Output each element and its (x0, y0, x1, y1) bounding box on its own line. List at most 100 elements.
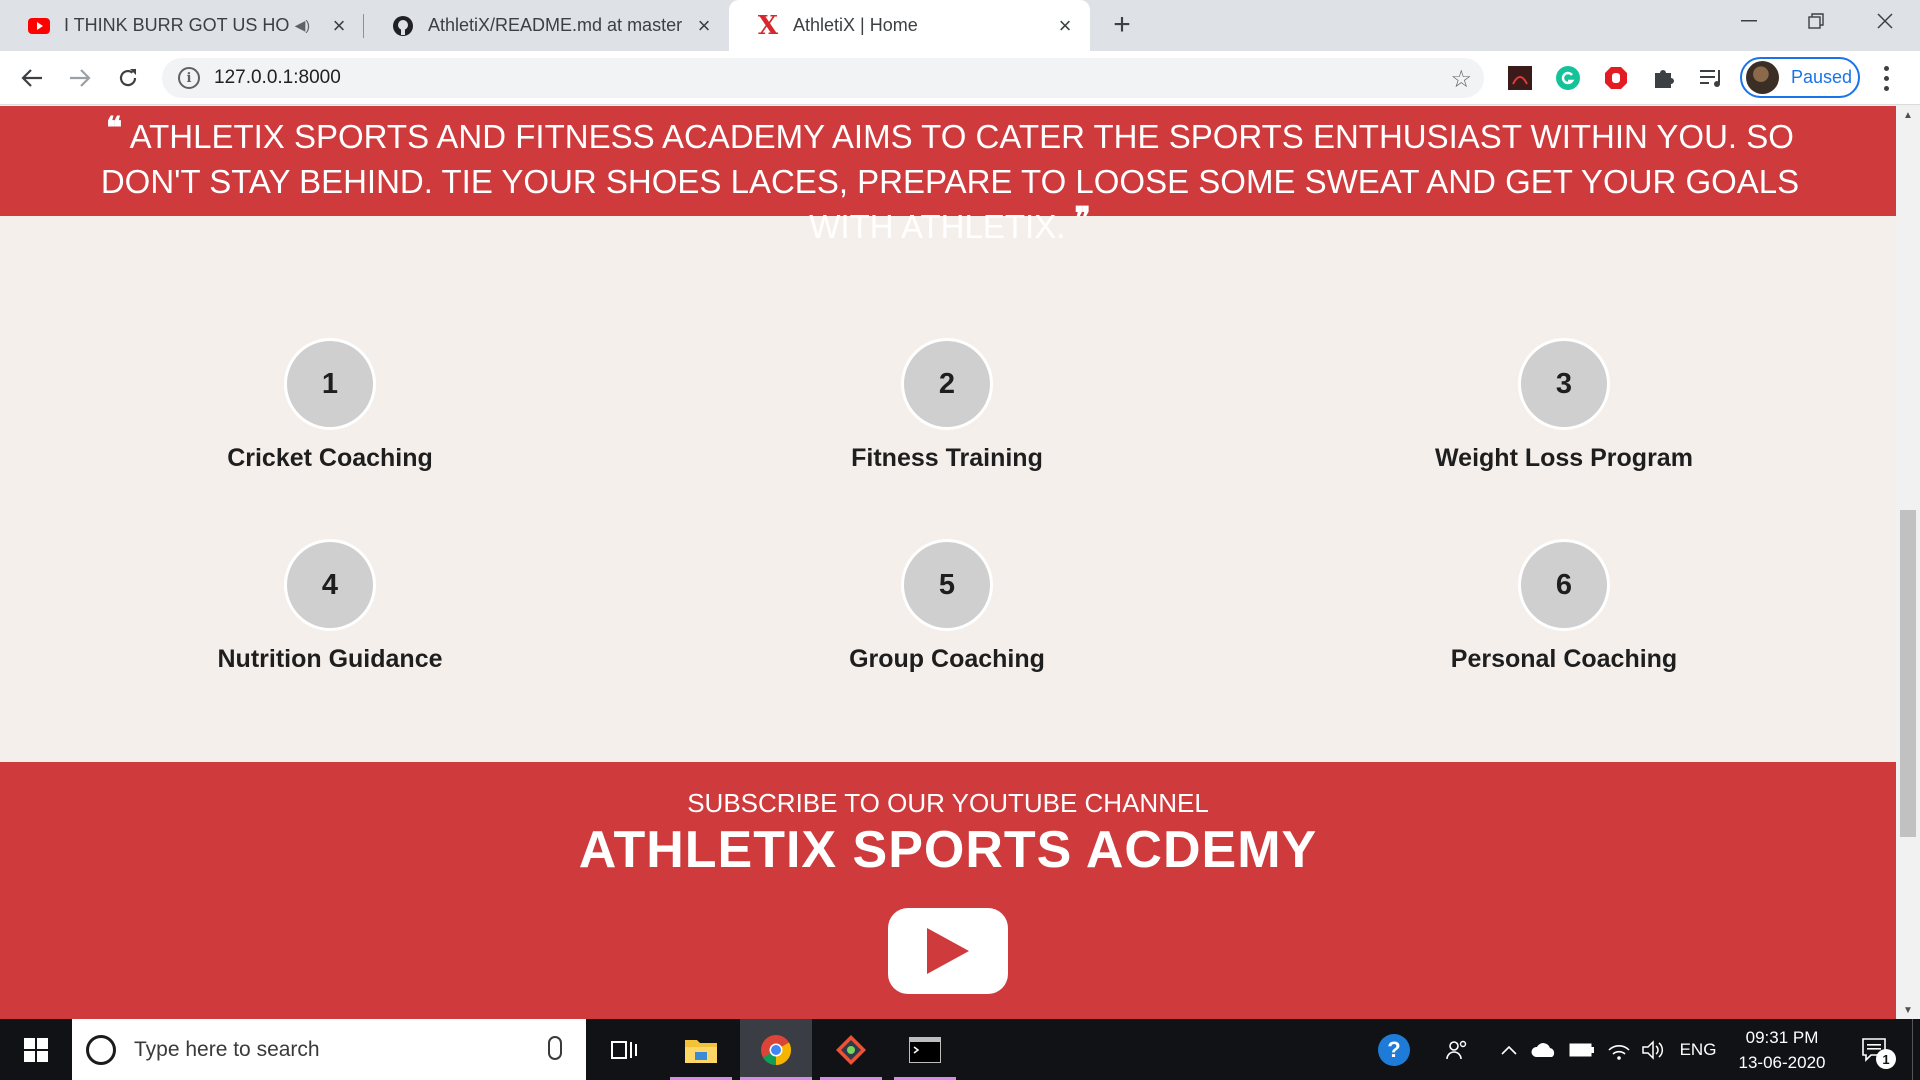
browser-menu-icon[interactable] (1876, 63, 1896, 93)
folder-icon (685, 1039, 717, 1063)
chrome-taskbar-button[interactable] (740, 1019, 812, 1080)
bookmark-star-icon[interactable]: ☆ (1450, 65, 1472, 94)
clock-time: 09:31 PM (1745, 1028, 1819, 1047)
minimize-button[interactable] (1719, 0, 1779, 42)
file-explorer-button[interactable] (670, 1019, 732, 1080)
close-icon[interactable]: × (693, 13, 715, 38)
microphone-icon[interactable] (548, 1036, 562, 1060)
show-desktop-button[interactable] (1912, 1019, 1920, 1080)
volume-icon[interactable] (1638, 1019, 1668, 1080)
git-tool-button[interactable] (820, 1019, 882, 1080)
scroll-up-icon[interactable]: ▲ (1896, 106, 1920, 124)
profile-status-label: Paused (1791, 67, 1853, 87)
arrow-left-icon (21, 69, 42, 87)
quote-banner: ❝ Athletix Sports and Fitness Academy ai… (0, 106, 1896, 245)
service-label: Fitness Training (851, 444, 1043, 472)
address-url[interactable]: 127.0.0.1:8000 (214, 67, 341, 89)
close-icon[interactable]: × (328, 13, 350, 38)
tab-title: AthletiX/README.md at master (428, 15, 683, 35)
reload-icon (119, 69, 137, 87)
language-label: ENG (1679, 1039, 1717, 1059)
page-scrollbar[interactable]: ▲ ▼ (1896, 106, 1920, 1019)
close-icon[interactable]: × (1054, 13, 1076, 38)
avatar (1746, 61, 1779, 94)
minimize-icon (1741, 20, 1757, 22)
service-nutrition-guidance: 4 Nutrition Guidance (150, 539, 510, 674)
close-quote-icon: ❞ (1074, 201, 1091, 236)
people-icon[interactable] (1440, 1019, 1474, 1080)
info-icon[interactable]: i (178, 67, 200, 89)
service-label: Nutrition Guidance (217, 645, 443, 673)
new-tab-button[interactable]: + (1106, 10, 1138, 42)
search-placeholder: Type here to search (134, 1037, 320, 1061)
battery-icon[interactable] (1566, 1019, 1598, 1080)
svg-text:?: ? (1387, 1037, 1400, 1062)
service-label: Weight Loss Program (1435, 444, 1693, 472)
reload-button[interactable] (112, 62, 144, 94)
back-button[interactable] (16, 62, 48, 94)
browser-tab-strip: I THINK BURR GOT US HOOK ◀) × AthletiX/R… (0, 0, 1920, 51)
service-number: 3 (1518, 338, 1610, 430)
git-diamond-icon (836, 1034, 866, 1065)
notification-center-button[interactable]: 1 (1852, 1019, 1898, 1080)
windows-logo-icon (24, 1037, 48, 1062)
taskbar-search[interactable]: Type here to search (72, 1019, 586, 1080)
speaker-icon[interactable]: ◀) (295, 17, 310, 34)
start-button[interactable] (0, 1019, 72, 1080)
onedrive-cloud-icon[interactable] (1528, 1019, 1560, 1080)
tab-youtube[interactable]: I THINK BURR GOT US HOOK ◀) × (0, 0, 364, 51)
youtube-subscribe-button[interactable] (888, 908, 1008, 994)
service-label: Cricket Coaching (227, 444, 433, 472)
language-indicator[interactable]: ENG (1676, 1019, 1720, 1080)
restore-button[interactable] (1786, 0, 1846, 42)
terminal-icon (909, 1036, 941, 1063)
service-number: 4 (284, 539, 376, 631)
media-queue-icon[interactable] (1698, 64, 1726, 92)
service-label: Personal Coaching (1450, 645, 1678, 673)
channel-name: Athletix Sports Acdemy (578, 821, 1318, 879)
pdf-icon[interactable] (1506, 64, 1534, 92)
cortana-icon (86, 1034, 116, 1065)
tab-github[interactable]: AthletiX/README.md at master × (364, 0, 729, 51)
address-bar[interactable]: i 127.0.0.1:8000 ☆ (162, 58, 1484, 98)
service-number: 6 (1518, 539, 1610, 631)
puzzle-icon[interactable] (1650, 64, 1678, 92)
service-weight-loss-program: 3 Weight Loss Program (1384, 338, 1744, 473)
scroll-down-icon[interactable]: ▼ (1896, 1001, 1920, 1019)
youtube-icon (28, 15, 50, 37)
window-close-button[interactable] (1855, 0, 1915, 42)
github-icon (392, 15, 414, 37)
terminal-button[interactable] (894, 1019, 956, 1080)
browser-toolbar: i 127.0.0.1:8000 ☆ Paused (0, 51, 1920, 105)
academy-quote: Athletix Sports and Fitness Academy aims… (100, 118, 1800, 245)
task-view-button[interactable] (600, 1019, 648, 1080)
service-number: 5 (901, 539, 993, 631)
help-icon[interactable]: ? (1374, 1019, 1414, 1080)
wifi-icon[interactable] (1604, 1019, 1634, 1080)
grammarly-icon[interactable] (1554, 64, 1582, 92)
youtube-play-icon (927, 928, 969, 974)
athletix-x-icon: X (757, 10, 779, 41)
service-fitness-training: 2 Fitness Training (767, 338, 1127, 473)
adblock-icon[interactable] (1602, 64, 1630, 92)
restore-icon (1808, 13, 1824, 29)
profile-paused-button[interactable]: Paused (1740, 57, 1860, 98)
service-number: 2 (901, 338, 993, 430)
open-quote-icon: ❝ (106, 111, 123, 146)
forward-button[interactable] (64, 62, 96, 94)
service-number: 1 (284, 338, 376, 430)
tab-title: I THINK BURR GOT US HOOK (64, 15, 289, 35)
notification-badge: 1 (1876, 1049, 1896, 1069)
subscribe-title: Subscribe to our YouTube Channel (687, 788, 1209, 818)
service-label: Group Coaching (849, 645, 1045, 673)
chevron-up-icon[interactable] (1496, 1019, 1522, 1080)
close-icon (1877, 13, 1893, 29)
service-personal-coaching: 6 Personal Coaching (1384, 539, 1744, 674)
tab-athletix-home[interactable]: X AthletiX | Home × (729, 0, 1090, 51)
windows-taskbar: Type here to search ? ENG 09:31 PM 13-06… (0, 1019, 1920, 1080)
tab-title: AthletiX | Home (793, 15, 918, 35)
service-cricket-coaching: 1 Cricket Coaching (150, 338, 510, 473)
clock-date: 13-06-2020 (1738, 1053, 1826, 1072)
taskbar-clock[interactable]: 09:31 PM 13-06-2020 (1720, 1025, 1844, 1075)
scrollbar-thumb[interactable] (1900, 510, 1916, 837)
